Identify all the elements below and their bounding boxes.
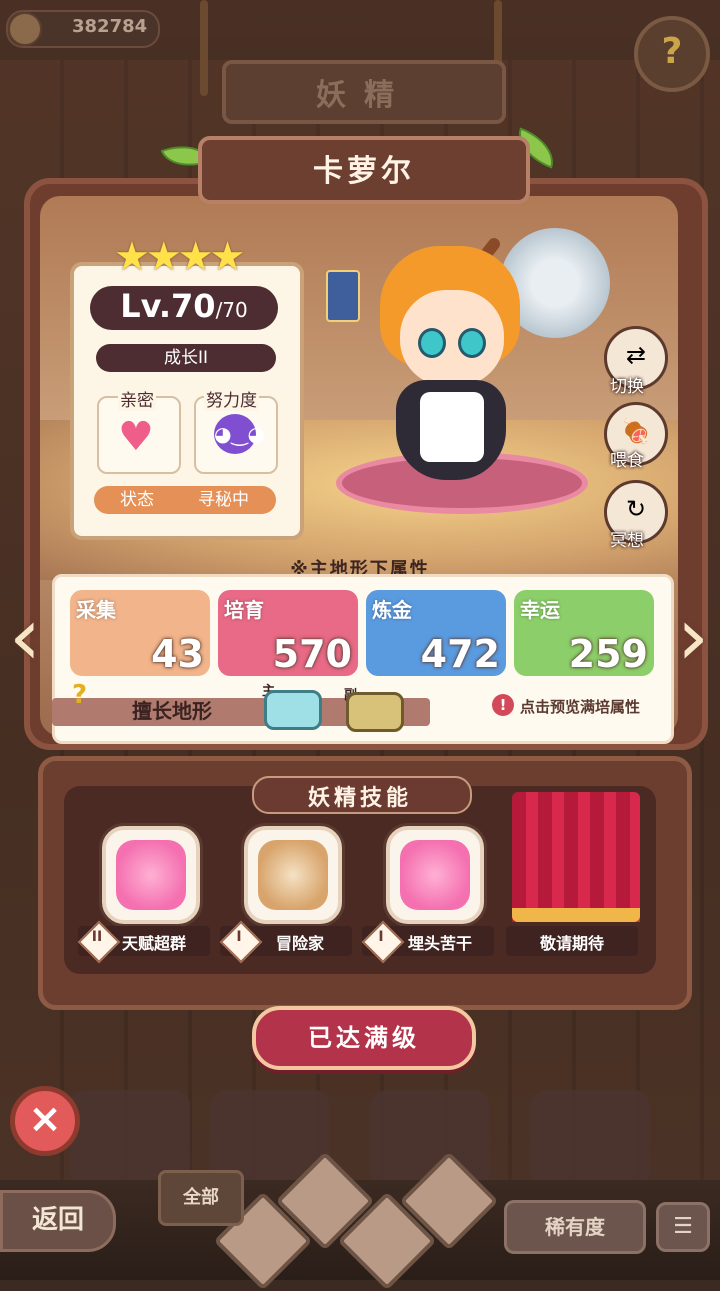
attr-card-nurture: 培育 570	[218, 590, 358, 676]
attr-name: 采集	[76, 598, 116, 622]
tarot-card-icon[interactable]	[326, 270, 360, 322]
devil-face-icon: ◕‿◕	[214, 414, 265, 454]
curtain-trim	[512, 908, 640, 922]
state-label: 状态	[120, 490, 154, 510]
fairy-list-item[interactable]	[530, 1090, 650, 1190]
state-value: 寻秘中	[198, 490, 249, 510]
growth-stage: 成长II	[96, 344, 276, 372]
close-icon[interactable]: ×	[10, 1086, 80, 1156]
skills-title: 妖精技能	[307, 786, 412, 811]
locked-skill-curtain	[512, 792, 640, 922]
page-title: 妖精	[316, 78, 412, 113]
attr-name: 幸运	[520, 598, 560, 622]
coin-amount: 382784	[72, 16, 148, 37]
mountain-terrain-icon[interactable]	[346, 692, 404, 732]
meditate-label: 冥想	[610, 531, 644, 551]
next-fairy-arrow-icon[interactable]: ›	[668, 592, 718, 682]
feed-label: 喂食	[610, 451, 644, 471]
attr-card-alchemy: 炼金 472	[366, 590, 506, 676]
max-level-label: 已达满级	[308, 1024, 420, 1052]
fairy-face	[400, 290, 504, 386]
fairy-eye-right	[458, 328, 486, 358]
skill-adventurer-icon[interactable]	[244, 826, 342, 924]
skill-rank: I	[378, 929, 384, 945]
back-button[interactable]: 返回	[0, 1190, 116, 1252]
skill-name: 天赋超群	[122, 934, 187, 953]
fairy-name: 卡萝尔	[313, 154, 415, 189]
level-display: Lv.70/70	[90, 287, 278, 325]
fairy-apron	[420, 392, 484, 462]
hanging-rope-left	[200, 0, 208, 96]
rarity-stars: ★★★★	[114, 234, 245, 280]
level-value: Lv.70	[120, 287, 216, 325]
terrain-label: 擅长地形	[132, 699, 212, 723]
skill-talent-icon[interactable]	[102, 826, 200, 924]
sort-icon[interactable]: ☰	[656, 1202, 710, 1252]
skill-rank: II	[91, 929, 103, 945]
skill-hardwork-icon[interactable]	[386, 826, 484, 924]
water-terrain-icon[interactable]	[264, 690, 322, 730]
skill-name-coming-soon: 敬请期待	[540, 934, 605, 953]
heart-icon: ♥	[118, 414, 154, 460]
filter-all-tab[interactable]: 全部	[158, 1170, 244, 1226]
attr-value: 570	[272, 632, 352, 676]
attr-card-luck: 幸运 259	[514, 590, 654, 676]
skill-rank: I	[236, 929, 242, 945]
level-max: /70	[215, 298, 248, 322]
attr-value: 472	[420, 632, 500, 676]
effort-label: 努力度	[204, 386, 259, 411]
attr-value: 43	[151, 632, 204, 676]
coin-icon	[8, 12, 42, 46]
alert-icon[interactable]: !	[492, 694, 514, 716]
attr-name: 炼金	[372, 598, 412, 622]
fairy-eye-left	[418, 328, 446, 358]
attr-name: 培育	[224, 598, 264, 622]
unknown-sprout-icon: ?	[72, 680, 88, 710]
preview-hint[interactable]: 点击预览满培属性	[520, 696, 640, 717]
help-sprout-icon[interactable]: ?	[634, 16, 710, 92]
skill-name: 埋头苦干	[408, 934, 473, 953]
intimacy-label: 亲密	[118, 386, 156, 411]
attr-card-gather: 采集 43	[70, 590, 210, 676]
state-bar: 状态 寻秘中	[94, 486, 276, 514]
prev-fairy-arrow-icon[interactable]: ‹	[0, 592, 50, 682]
skill-name: 冒险家	[276, 934, 325, 953]
switch-label: 切换	[610, 377, 644, 397]
rarity-sort-button[interactable]: 稀有度	[504, 1200, 646, 1254]
attr-value: 259	[568, 632, 648, 676]
